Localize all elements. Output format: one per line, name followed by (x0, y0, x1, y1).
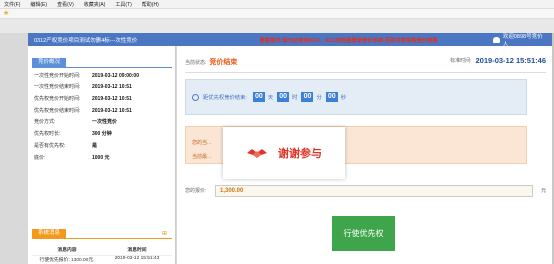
info-row: 一次性竞价结束时间: 2019-03-12 10:51 (34, 82, 174, 91)
info-key: 一次性竞价开始时间: (34, 73, 81, 79)
price-unit: 元 (540, 188, 546, 194)
divider (185, 72, 546, 73)
handshake-icon (247, 149, 267, 158)
info-key: 一次性竞价结束时间: (34, 84, 81, 90)
messages-col-content: 消息内容 (57, 248, 77, 253)
messages-divider (32, 238, 172, 239)
info-key: 优先权竞价结束时间: (34, 108, 81, 114)
info-value: 2019-03-12 10:51 (92, 107, 132, 114)
countdown-seconds: 00 (325, 92, 338, 102)
info-key: 优先权时长: (34, 131, 61, 137)
countdown-minutes: 00 (301, 92, 314, 102)
alert-your-price: 您的当... (192, 140, 212, 146)
page-header: 0312产权竞价项目测试勿删4标---次性竞价 重要提示:请勿必使用IE10、I… (28, 33, 554, 48)
unit-day: 天 (267, 95, 274, 101)
info-value: 2019-03-12 10:51 (92, 83, 132, 90)
info-value: 1000 元 (92, 155, 110, 161)
messages-header: 消息内容 消息时间 (32, 246, 172, 253)
unit-hour: 时 (292, 95, 298, 101)
alert-current-best: 当前最... (192, 154, 212, 160)
overview-divider (32, 67, 172, 68)
info-row: 优先权竞价结束时间: 2019-03-12 10:51 (34, 106, 174, 115)
menu-help[interactable]: 帮助(H) (142, 1, 159, 8)
info-row: 底价: 1000 元 (34, 153, 174, 162)
browser-menubar: 文件(F) 编辑(E) 查看(V) 收藏夹(A) 工具(T) 帮助(H) (0, 0, 554, 9)
messages-title: 系统消息 (32, 229, 66, 238)
time-label: 标准时间: (450, 58, 472, 64)
unit-second: 秒 (340, 95, 347, 101)
countdown-days: 00 (252, 92, 265, 102)
price-row: 您的报价: 1,300.00 元 (185, 184, 546, 197)
message-row: 行使优先报价: 1300.00元. 2019-03-12 15:51:43 (32, 255, 172, 263)
browser-toolbar: ★ (0, 9, 554, 19)
menu-file[interactable]: 文件(F) (4, 1, 20, 8)
price-label: 您的报价: (185, 188, 207, 194)
menu-edit[interactable]: 编辑(E) (30, 1, 47, 8)
left-panel: 竞价概况 一次性竞价开始时间: 2019-03-12 09:00:00 一次性竞价… (28, 46, 176, 264)
info-row: 是否有优先权: 是 (34, 141, 174, 150)
info-value: 是 (92, 143, 98, 149)
info-row: 竞价方式: 一次性竞价 (34, 117, 174, 126)
result-popup: 谢谢参与 (223, 127, 345, 179)
message-content: 行使优先报价: 1300.00元. (39, 258, 95, 263)
time-line: 标准时间: 2019-03-12 15:51:46 (450, 56, 546, 65)
price-input[interactable]: 1,300.00 (215, 184, 533, 197)
standard-time: 2019-03-12 15:51:46 (475, 56, 546, 65)
messages-more-icon[interactable]: ⊞ (162, 230, 167, 237)
user-icon (492, 36, 500, 43)
exercise-priority-button[interactable]: 行使优先权 (332, 216, 395, 251)
menu-tools[interactable]: 工具(T) (115, 1, 131, 8)
info-key: 竞价方式: (34, 119, 56, 125)
result-text: 谢谢参与 (278, 148, 322, 160)
status-line: 当前状态: 竞价结束 (185, 57, 237, 67)
info-value: 2019-03-12 09:00:00 (92, 72, 139, 79)
clock-icon (192, 93, 199, 101)
status-label: 当前状态: (185, 59, 207, 66)
info-key: 优先权竞价开始时间: (34, 96, 81, 102)
info-row: 一次性竞价开始时间: 2019-03-12 09:00:00 (34, 71, 174, 80)
countdown-label: 距优先权竞价结束: (203, 95, 247, 101)
countdown-hours: 00 (277, 92, 290, 102)
info-row: 优先权时长: 300 分钟 (34, 129, 174, 138)
menu-view[interactable]: 查看(V) (57, 1, 74, 8)
menu-favorites[interactable]: 收藏夹(A) (84, 1, 106, 8)
countdown-panel: 距优先权竞价结束: 00 天 00 时 00 分 00 秒 (185, 79, 527, 115)
info-value: 2019-03-12 10:51 (92, 95, 132, 102)
project-title: 0312产权竞价项目测试勿删4标---次性竞价 (34, 37, 138, 44)
overview-title: 竞价概况 (32, 58, 66, 67)
important-notice: 重要提示:请勿必使用IE10、IE11浏览器登录竞价系统,否则可能导致竞价结果 (259, 37, 438, 44)
messages-col-time: 消息时间 (127, 248, 147, 253)
message-time: 2019-03-12 15:51:43 (114, 256, 160, 261)
info-key: 底价: (34, 155, 46, 161)
unit-minute: 分 (316, 95, 322, 101)
favorites-star-icon[interactable]: ★ (3, 10, 11, 18)
info-row: 优先权竞价开始时间: 2019-03-12 10:51 (34, 94, 174, 103)
status-value: 竞价结束 (209, 59, 238, 66)
info-value: 一次性竞价 (92, 119, 118, 125)
page-gap (0, 19, 554, 33)
info-key: 是否有优先权: (34, 143, 66, 149)
info-value: 300 分钟 (92, 131, 112, 137)
